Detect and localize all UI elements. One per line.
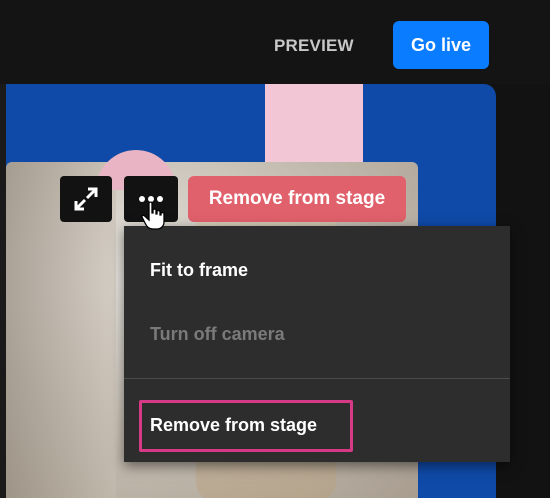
menu-divider: [124, 378, 510, 379]
top-bar: PREVIEW Go live: [0, 0, 550, 84]
hand-cursor-icon: [141, 201, 165, 230]
menu-item-turn-off-camera: Turn off camera: [150, 324, 285, 344]
stage-pink-shape: [265, 84, 363, 166]
more-options-menu: Fit to frame Turn off camera Remove from…: [124, 226, 510, 462]
expand-arrows-icon: [74, 187, 98, 211]
preview-label[interactable]: PREVIEW: [274, 36, 354, 56]
go-live-button[interactable]: Go live: [393, 21, 489, 69]
expand-button[interactable]: [60, 176, 112, 222]
remove-from-stage-button[interactable]: Remove from stage: [188, 176, 406, 222]
menu-item-remove-from-stage[interactable]: Remove from stage: [150, 415, 317, 436]
menu-item-fit-to-frame[interactable]: Fit to frame: [150, 260, 248, 281]
